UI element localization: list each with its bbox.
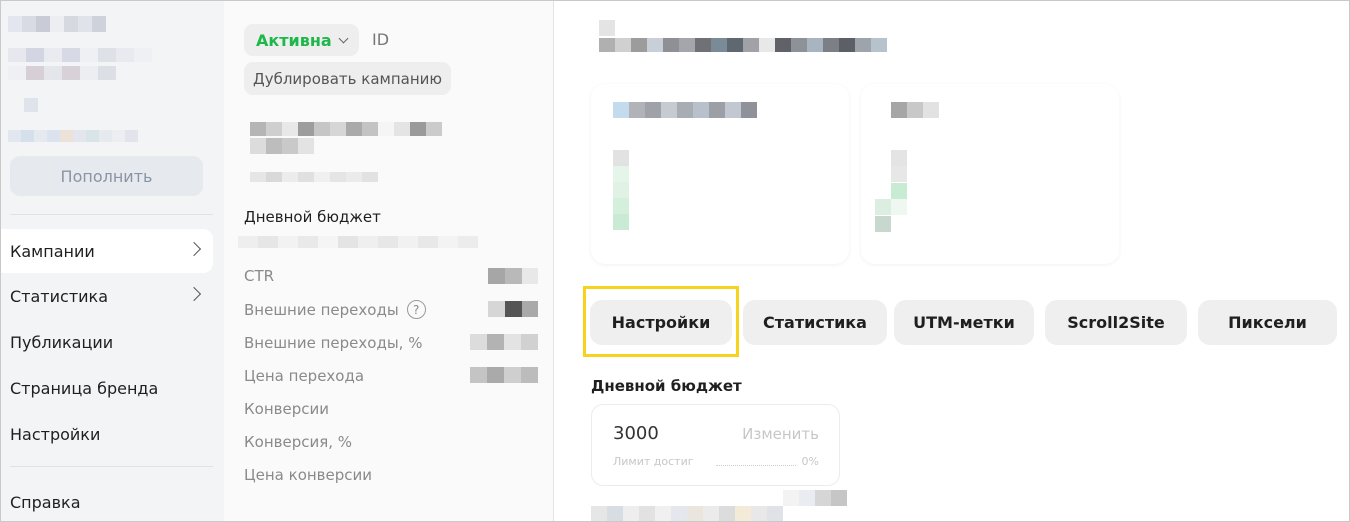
screenshot-border [0, 0, 1350, 522]
